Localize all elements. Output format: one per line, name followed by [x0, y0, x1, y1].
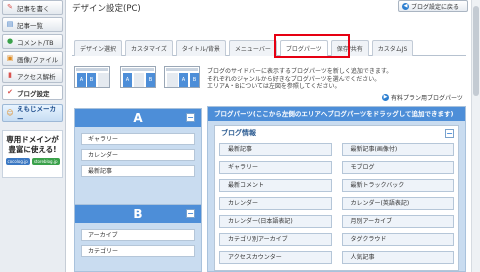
thumb-main: [134, 73, 144, 87]
collapse-icon[interactable]: −: [445, 129, 454, 138]
smiley-icon: ☺: [6, 108, 14, 117]
blog-part-item[interactable]: カテゴリ別アーカイブ: [219, 233, 332, 246]
thumb-area-b: B: [146, 73, 155, 87]
thumb-header-bar: [76, 68, 108, 71]
section-title: ブログ情報: [221, 129, 256, 137]
ad-subline: 豊富に使える!: [8, 145, 57, 154]
blog-part-item[interactable]: 人気記事: [341, 251, 454, 264]
blog-info-section: ブログ情報 − 最新記事 最新記事(画像付) ギャラリー モブログ 最新コメント…: [214, 125, 459, 271]
blog-part-item[interactable]: 月別アーカイブ: [341, 215, 454, 228]
area-a-dropzone[interactable]: A − ギャラリー カレンダー 最新記事: [74, 108, 202, 208]
layout-thumbnail-ab-split: A B: [120, 66, 156, 88]
thumb-area-b: B: [87, 73, 96, 87]
blog-part-item[interactable]: モブログ: [341, 161, 454, 174]
area-b-header: B −: [75, 205, 201, 223]
ad-chip: cocolog.jp: [5, 158, 30, 165]
chart-icon: ▮: [8, 71, 12, 79]
emoji-maker-label: えもじメーカー: [17, 105, 56, 123]
area-b-label: B: [133, 207, 143, 221]
sidebar-item-blog-settings[interactable]: ✔ ブログ設定: [2, 85, 63, 100]
tab-customize[interactable]: カスタマイズ: [125, 40, 173, 56]
sidebar-item-images[interactable]: ▣ 画像/ファイル: [2, 51, 63, 66]
sidebar-item-label: アクセス解析: [17, 72, 56, 81]
collapse-icon[interactable]: −: [186, 209, 195, 218]
blog-part-item[interactable]: ギャラリー: [219, 161, 332, 174]
area-part-item[interactable]: カレンダー: [81, 149, 195, 161]
area-part-item[interactable]: カテゴリー: [81, 245, 195, 257]
area-part-item[interactable]: 最新記事: [81, 165, 195, 177]
collapse-icon[interactable]: −: [186, 113, 195, 122]
paid-link-label: 有料プラン用ブログパーツ: [391, 95, 463, 102]
blog-info-header: ブログ情報 −: [215, 126, 458, 140]
thumb-area-a: A: [77, 73, 86, 87]
parts-panel-title: ブログパーツ(ここから左側のエリアへブログパーツをドラッグして追加できます): [208, 107, 465, 121]
ad-chips: cocolog.jp storeblog.jp: [3, 158, 62, 165]
area-part-item[interactable]: ギャラリー: [81, 133, 195, 145]
tab-title-background[interactable]: タイトル/背景: [175, 40, 226, 56]
sidebar-item-comments[interactable]: ● コメント/TB: [2, 34, 63, 49]
tab-save-share[interactable]: 保存/共有: [330, 40, 369, 56]
thumb-main: [98, 73, 109, 87]
description-line: エリアA・Bについては左図を参照してください。: [207, 83, 341, 90]
blog-part-item[interactable]: 最新記事(画像付): [341, 143, 454, 156]
sidebar-item-label: 記事を書く: [17, 4, 50, 13]
blog-parts-panel: ブログパーツ(ここから左側のエリアへブログパーツをドラッグして追加できます) ブ…: [207, 106, 466, 272]
thumb-area-a: A: [123, 73, 132, 87]
wrench-icon: ✔: [7, 88, 13, 96]
sidebar-item-label: 記事一覧: [17, 21, 43, 30]
pencil-icon: ✎: [7, 3, 13, 11]
parts-grid: 最新記事 最新記事(画像付) ギャラリー モブログ 最新コメント 最新トラックバ…: [215, 143, 458, 264]
scrollbar-thumb[interactable]: [473, 6, 479, 96]
sidebar-item-analytics[interactable]: ▮ アクセス解析: [2, 68, 63, 83]
tab-menubar[interactable]: メニューバー: [228, 40, 277, 56]
tab-custom-js[interactable]: カスタムJS: [371, 40, 414, 56]
thumb-main: [167, 73, 178, 87]
back-arrow-icon: ◀: [402, 2, 409, 10]
thumb-header-bar: [122, 68, 154, 71]
design-tabs: デザイン選択 カスタマイズ タイトル/背景 メニューバー ブログパーツ 保存/共…: [72, 36, 466, 56]
blog-part-item[interactable]: 最新トラックバック: [341, 179, 454, 192]
image-icon: ▣: [6, 54, 14, 62]
area-part-item[interactable]: アーカイブ: [81, 229, 195, 241]
blog-part-item[interactable]: アクセスカウンター: [219, 251, 332, 264]
page-scrollbar[interactable]: [471, 0, 480, 272]
list-icon: ▤: [6, 20, 14, 28]
thumb-area-a: A: [179, 73, 188, 87]
page-title: デザイン設定(PC): [72, 4, 141, 14]
paid-plan-parts-link[interactable]: ▶ 有料プラン用ブログパーツ: [382, 93, 463, 102]
blog-parts-description: ブログのサイドバーに表示するブログパーツを新しく追加できます。 それぞれのジャン…: [207, 68, 392, 91]
area-a-label: A: [133, 111, 143, 125]
sidebar-item-write[interactable]: ✎ 記事を書く: [2, 0, 63, 15]
blog-part-item[interactable]: カレンダー(英語表記): [341, 197, 454, 210]
thumb-header-bar: [166, 68, 198, 71]
layout-thumbnail-ab-right: A B: [164, 66, 200, 88]
blog-part-item[interactable]: 最新記事: [219, 143, 332, 156]
back-to-settings-button[interactable]: ◀ ブログ設定に戻る: [398, 0, 468, 12]
blog-part-item[interactable]: カレンダー(日本語表記): [219, 215, 332, 228]
thumb-area-b: B: [190, 73, 199, 87]
area-b-dropzone[interactable]: B − アーカイブ カテゴリー: [74, 204, 202, 272]
description-line: ブログのサイドバーに表示するブログパーツを新しく追加できます。: [207, 68, 393, 75]
description-line: それぞれのジャンルから好きなブログパーツを選んでください。: [207, 75, 381, 83]
back-button-label: ブログ設定に戻る: [411, 3, 460, 11]
sidebar: ✎ 記事を書く ▤ 記事一覧 ● コメント/TB ▣ 画像/ファイル ▮ アクセ…: [0, 0, 66, 272]
ad-headline: 専用ドメインが: [6, 135, 59, 144]
sidebar-item-label: コメント/TB: [17, 38, 54, 47]
tab-blog-parts[interactable]: ブログパーツ: [279, 40, 328, 56]
blog-part-item[interactable]: タグクラウド: [341, 233, 454, 246]
sidebar-item-articles[interactable]: ▤ 記事一覧: [2, 17, 63, 32]
ad-chip: storeblog.jp: [31, 158, 60, 165]
arrow-circle-icon: ▶: [382, 94, 389, 101]
sidebar-item-label: 画像/ファイル: [17, 55, 59, 64]
area-a-header: A −: [75, 109, 201, 127]
tab-design-select[interactable]: デザイン選択: [74, 40, 123, 56]
blog-part-item[interactable]: カレンダー: [219, 197, 332, 210]
emoji-maker-button[interactable]: ☺ えもじメーカー: [2, 104, 63, 123]
sidebar-item-label: ブログ設定: [17, 89, 50, 98]
comment-icon: ●: [6, 37, 14, 45]
blog-part-item[interactable]: 最新コメント: [219, 179, 332, 192]
domain-ad-banner[interactable]: 専用ドメインが 豊富に使える! cocolog.jp storeblog.jp: [2, 130, 63, 178]
layout-thumbnail-ab-left: A B: [74, 66, 110, 88]
